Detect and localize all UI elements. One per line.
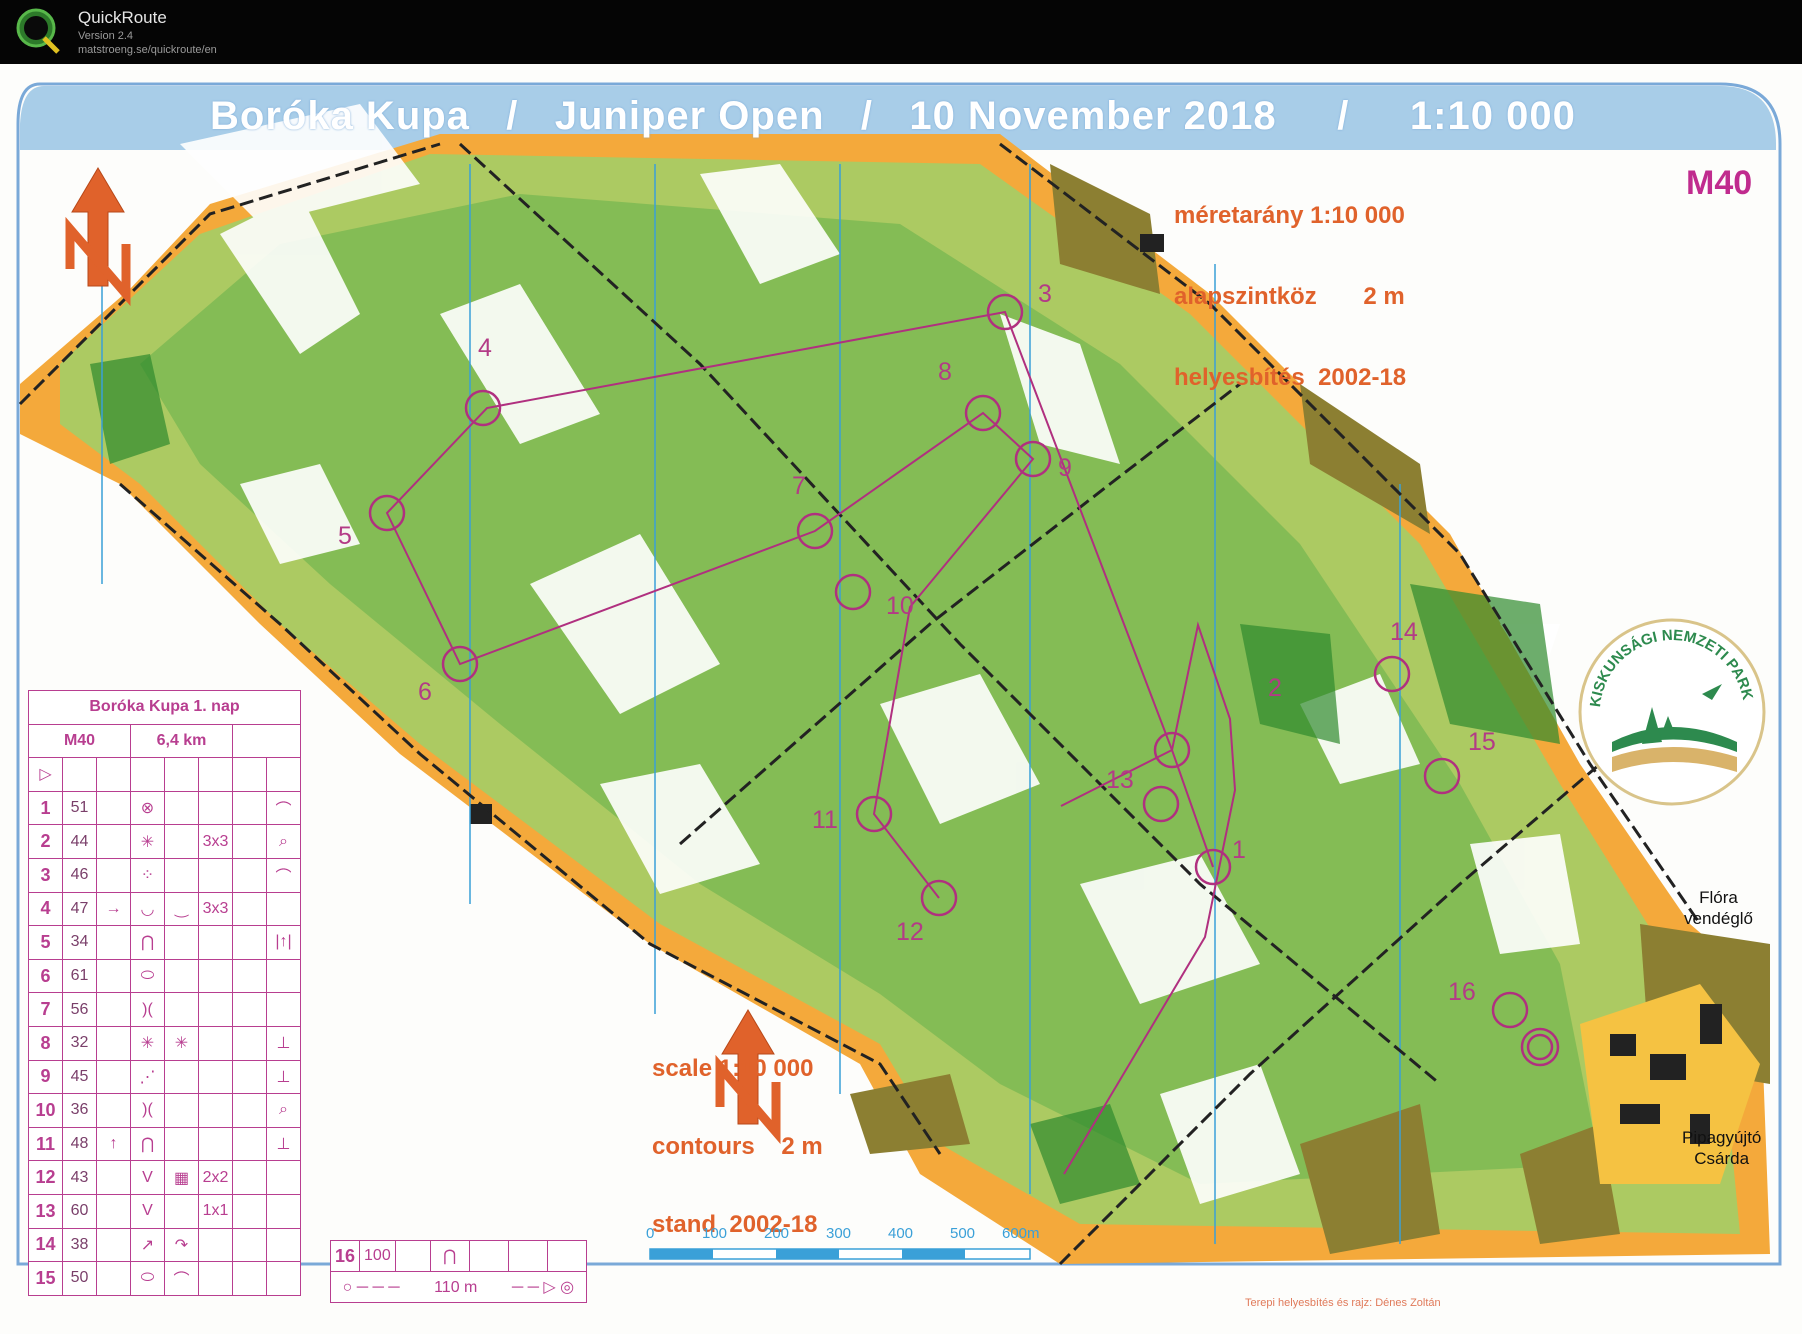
description-row: 7 56)( xyxy=(28,992,301,1027)
control-number: 7 xyxy=(792,472,806,500)
map-info-line: stand 2002-18 xyxy=(652,1211,818,1238)
last-leg-icon: ○ ─ ─ ─ xyxy=(342,1279,400,1296)
description-row: 11 48 ↑ ⋂ ⊥ xyxy=(28,1126,301,1162)
scale-label: 300 xyxy=(826,1225,852,1242)
control-number: 3 xyxy=(1038,280,1052,308)
finish-icon: ─ ─ ▷ ◎ xyxy=(511,1279,575,1296)
national-park-logo: KISKUNSÁGI NEMZETI PARK xyxy=(1578,618,1766,806)
course-code: M40 xyxy=(1686,164,1753,202)
control-number: 11 xyxy=(812,806,838,834)
description-row: 5 34 ⋂ |↑| xyxy=(28,925,301,960)
description-row: 2 44 ✳ 3x3 ⌕ xyxy=(28,824,301,859)
scale-label: 200 xyxy=(764,1225,790,1242)
quickroute-logo-icon xyxy=(16,8,60,54)
map-info-en: scale 1:10 000 contours 2 m stand 2002-1… xyxy=(652,1004,823,1290)
control-number: 4 xyxy=(478,334,492,362)
control-number: 12 xyxy=(896,918,924,946)
scale-label: 0 xyxy=(646,1225,655,1242)
place-label-flora: Flóra vendéglő xyxy=(1684,887,1753,929)
description-row: 3 46 ⁘ ⌒ xyxy=(28,857,301,893)
map-info-line: scale 1:10 000 xyxy=(652,1055,814,1082)
place-label-line: Flóra xyxy=(1699,888,1738,907)
orienteering-map[interactable]: Boróka Kupa / Juniper Open / 10 November… xyxy=(0,64,1802,1334)
scale-label: 600m xyxy=(1002,1225,1040,1242)
control-number: 14 xyxy=(1390,618,1418,646)
control-number: 2 xyxy=(1268,674,1282,702)
control-number: 6 xyxy=(418,678,432,706)
description-row: 4 47 → ◡ ‿ 3x3 xyxy=(28,891,301,927)
leg-distance-row: ○ ─ ─ ─ 110 m ─ ─ ▷ ◎ xyxy=(330,1271,587,1303)
control-number: 16 xyxy=(1448,978,1476,1006)
description-row: 8 32 ✳ ✳ ⊥ xyxy=(28,1025,301,1061)
control-number: 10 xyxy=(886,592,914,620)
start-triangle-icon: ▷ xyxy=(28,757,63,792)
control-number: 1 xyxy=(1232,836,1246,864)
control-number: 13 xyxy=(1106,766,1134,794)
app-title-bar: QuickRoute Version 2.4 matstroeng.se/qui… xyxy=(0,0,1802,64)
map-credit: Terepi helyesbítés és rajz: Dénes Zoltán xyxy=(1245,1297,1441,1309)
description-row: 12 43 V ▦ 2x2 xyxy=(28,1160,301,1195)
control-number: 5 xyxy=(338,522,352,550)
description-course: M40 xyxy=(28,723,131,759)
leg-distance: 110 m xyxy=(434,1279,478,1296)
leg-control-number: 16 xyxy=(329,1240,361,1272)
control-number: 9 xyxy=(1058,454,1072,482)
place-label-line: Pipagyújtó xyxy=(1682,1128,1762,1147)
description-title: Boróka Kupa 1. nap xyxy=(28,690,301,725)
place-label-line: Csárda xyxy=(1694,1149,1750,1168)
map-info-line: helyesbítés 2002-18 xyxy=(1174,364,1407,391)
app-name: QuickRoute xyxy=(78,8,167,27)
map-info-line: alapszintköz 2 m xyxy=(1174,283,1405,310)
description-row: 9 45 ⋰ ⊥ xyxy=(28,1059,301,1095)
app-url[interactable]: matstroeng.se/quickroute/en xyxy=(78,44,217,56)
app-version: Version 2.4 xyxy=(78,30,134,42)
description-row: 6 61 ⬭ xyxy=(28,958,301,994)
place-label-pipagyujto: Pipagyújtó Csárda xyxy=(1682,1127,1761,1169)
control-description-table: Boróka Kupa 1. nap M40 6,4 km ▷ 1 51 ⊗ ⌒ 24… xyxy=(28,690,301,1296)
leg-code: 100 xyxy=(359,1240,396,1272)
map-info-line: méretarány 1:10 000 xyxy=(1174,202,1405,229)
scale-label: 500 xyxy=(950,1225,976,1242)
leg-symbol: ⋂ xyxy=(429,1240,470,1272)
description-row: 14 38 ↗ ↷ xyxy=(28,1227,301,1263)
scale-label: 100 xyxy=(702,1225,728,1242)
description-length: 6,4 km xyxy=(130,723,233,759)
scale-label: 400 xyxy=(888,1225,914,1242)
finish-leg-table: 16 100 ⋂ ○ ─ ─ ─ 110 m ─ ─ ▷ ◎ xyxy=(329,1240,587,1303)
description-row: 15 50 ⬭ ⌒ xyxy=(28,1261,301,1296)
place-label-line: vendéglő xyxy=(1684,909,1754,928)
control-number: 15 xyxy=(1468,728,1496,756)
map-info-hu: méretarány 1:10 000 alapszintköz 2 m hel… xyxy=(1174,148,1406,445)
description-row: 10 36)(⌕ xyxy=(28,1093,301,1128)
control-number: 8 xyxy=(938,358,952,386)
map-banner-title: Boróka Kupa / Juniper Open / 10 November… xyxy=(210,94,1576,138)
description-row: 1 51 ⊗ ⌒ xyxy=(28,790,301,826)
description-row: 13 60 V 1x1 xyxy=(28,1193,301,1229)
map-info-line: contours 2 m xyxy=(652,1133,823,1160)
